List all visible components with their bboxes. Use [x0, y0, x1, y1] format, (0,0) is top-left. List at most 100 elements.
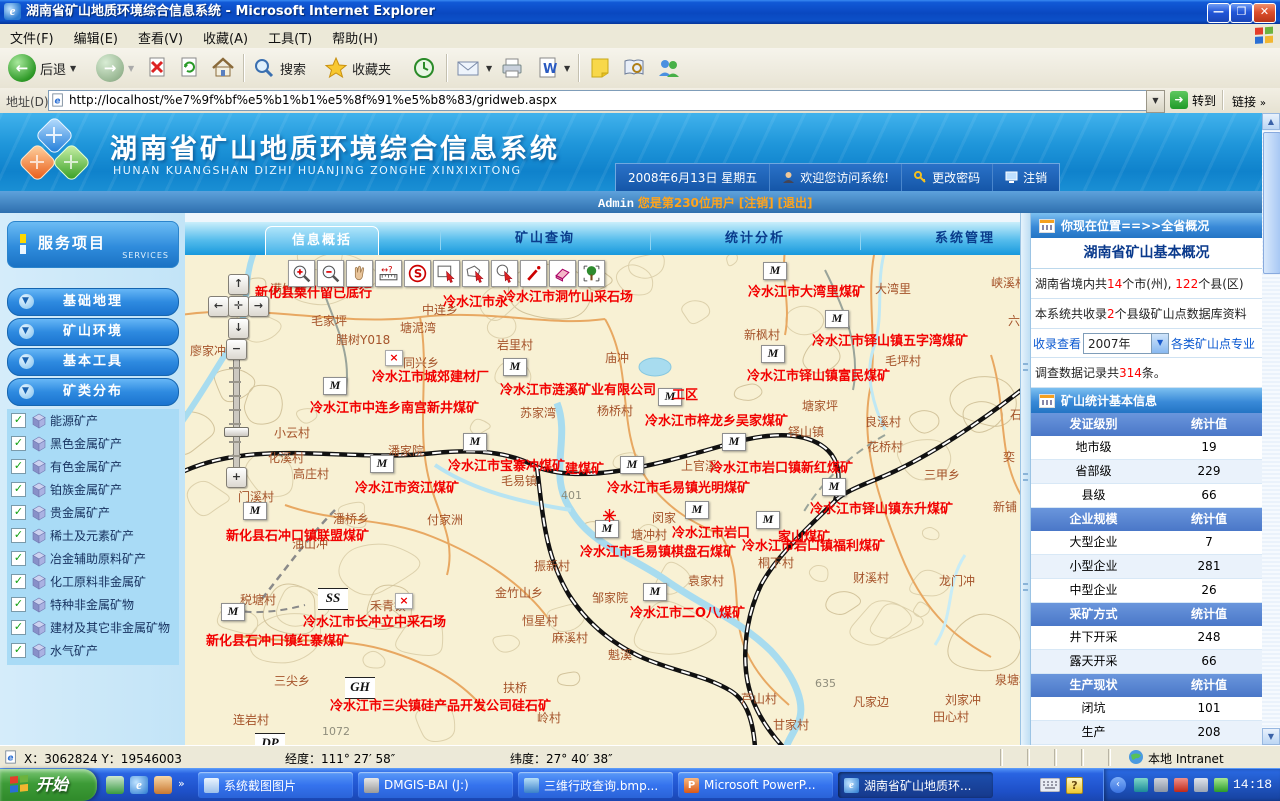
layer-checkbox[interactable]: ✓ — [11, 551, 26, 566]
pan-left-button[interactable]: ← — [208, 296, 229, 317]
notes-button[interactable] — [588, 52, 612, 84]
tab-0[interactable]: 信息概括 — [265, 226, 379, 256]
tool-select-circle-button[interactable] — [491, 260, 518, 287]
ime-keyboard-icon[interactable] — [1040, 778, 1060, 792]
address-dropdown-button[interactable]: ▼ — [1146, 90, 1165, 113]
quicklaunch-overflow-chevron[interactable]: » — [178, 777, 185, 790]
layer-checkbox[interactable]: ✓ — [11, 459, 26, 474]
menu-item-4[interactable]: 工具(T) — [258, 24, 322, 51]
mine-label[interactable]: 冷水江市岩口 — [672, 522, 750, 541]
menu-item-2[interactable]: 查看(V) — [128, 24, 193, 51]
mine-marker[interactable]: M — [620, 456, 644, 474]
change-password-link[interactable]: 更改密码 — [901, 164, 992, 191]
mine-label[interactable]: 冷水江市铎山镇富民煤矿 — [747, 365, 890, 384]
mine-label[interactable]: 冷水江市毛易镇棋盘石煤矿 — [580, 541, 736, 560]
mine-marker[interactable]: M — [822, 478, 846, 496]
mine-label[interactable]: 冷水江市三尖镇硅产品开发公司硅石矿 — [330, 695, 551, 714]
logout-link-2[interactable]: [注销] — [739, 196, 774, 210]
tool-zoom-in-button[interactable] — [288, 260, 315, 287]
mine-label[interactable]: 冷水江市岩口镇新红煤矿 — [710, 457, 853, 476]
tool-legend-button[interactable] — [578, 260, 605, 287]
sidebar-group-2[interactable]: ▼基本工具 — [7, 348, 179, 376]
maximize-button[interactable]: ❐ — [1230, 3, 1253, 23]
sidebar-group-3[interactable]: ▼矿类分布 — [7, 378, 179, 406]
menu-item-3[interactable]: 收藏(A) — [193, 24, 258, 51]
closed-mine-marker[interactable]: × — [395, 593, 413, 609]
start-button[interactable]: 开始 — [0, 769, 97, 801]
mine-label[interactable]: 冷水江市宝寨冲煤矿 — [448, 455, 565, 474]
layer-item-3[interactable]: ✓铂族金属矿产 — [7, 478, 179, 501]
layer-checkbox[interactable]: ✓ — [11, 482, 26, 497]
pan-right-button[interactable]: → — [248, 296, 269, 317]
layer-item-5[interactable]: ✓稀土及元素矿产 — [7, 524, 179, 547]
layer-item-10[interactable]: ✓水气矿产 — [7, 639, 179, 662]
word-dropdown-icon[interactable]: ▼ — [564, 64, 570, 73]
tool-zoom-out-button[interactable] — [317, 260, 344, 287]
layer-item-6[interactable]: ✓冶金辅助原料矿产 — [7, 547, 179, 570]
map-canvas[interactable]: ↑ ← ✛ → ↓ − + ↔?S 满竹村毛家坪腊树Y018塘泥湾中连乡同兴乡岩… — [185, 255, 1020, 745]
minimize-button[interactable]: — — [1207, 3, 1230, 23]
go-button[interactable]: ➜ 转到 — [1170, 91, 1216, 109]
tray-icon-2[interactable] — [1154, 778, 1168, 792]
layer-item-2[interactable]: ✓有色金属矿产 — [7, 455, 179, 478]
mine-label[interactable]: 冷水江市永 — [443, 291, 508, 310]
tool-select-polygon-button[interactable] — [462, 260, 489, 287]
mine-marker[interactable]: M — [503, 358, 527, 376]
taskbar-task-0[interactable]: 系统截图图片 — [198, 772, 353, 798]
layer-item-4[interactable]: ✓贵金属矿产 — [7, 501, 179, 524]
mine-marker[interactable]: M — [763, 262, 787, 280]
favorites-button[interactable]: 收藏夹 — [324, 52, 391, 84]
mine-label[interactable]: 冷水江市毛易镇光明煤矿 — [607, 477, 750, 496]
quicklaunch-outlook-icon[interactable] — [154, 776, 172, 794]
layer-item-8[interactable]: ✓特种非金属矿物 — [7, 593, 179, 616]
layer-checkbox[interactable]: ✓ — [11, 528, 26, 543]
layer-item-7[interactable]: ✓化工原料非金属矿 — [7, 570, 179, 593]
scroll-thumb[interactable] — [1263, 132, 1280, 274]
layer-checkbox[interactable]: ✓ — [11, 597, 26, 612]
mine-label[interactable]: 冷水江市铎山镇东升煤矿 — [810, 498, 953, 517]
mine-marker[interactable]: M — [243, 502, 267, 520]
zoom-out-slider-button[interactable]: − — [226, 339, 247, 360]
mine-marker[interactable]: M — [643, 583, 667, 601]
sidebar-group-1[interactable]: ▼矿山环境 — [7, 318, 179, 346]
mine-marker[interactable]: M — [323, 377, 347, 395]
layer-checkbox[interactable]: ✓ — [11, 436, 26, 451]
mine-marker[interactable]: M — [825, 310, 849, 328]
mine-marker[interactable]: M — [685, 501, 709, 519]
mine-marker[interactable]: M — [221, 603, 245, 621]
tray-icon-5[interactable] — [1214, 778, 1228, 792]
tray-shield-icon[interactable] — [1174, 778, 1188, 792]
menu-item-0[interactable]: 文件(F) — [0, 24, 64, 51]
tray-collapse-chevron[interactable]: ‹ — [1110, 777, 1126, 793]
mine-label[interactable]: 冷水江市资江煤矿 — [355, 477, 459, 496]
zoom-slider-track[interactable] — [233, 357, 240, 471]
mine-label[interactable]: 冷水江市长冲立中采石场 — [303, 611, 446, 630]
close-button[interactable]: ✕ — [1253, 3, 1276, 23]
zoom-slider-handle[interactable] — [224, 427, 249, 437]
mine-label[interactable]: 建煤矿 — [565, 458, 604, 477]
tool-measure-button[interactable]: ↔? — [375, 260, 402, 287]
closed-mine-marker[interactable]: × — [385, 350, 403, 366]
mine-label[interactable]: 冷水江市城郊建材厂 — [372, 366, 489, 385]
layer-checkbox[interactable]: ✓ — [11, 643, 26, 658]
quicklaunch-ie-icon[interactable]: e — [130, 776, 148, 794]
tool-select-rect-button[interactable] — [433, 260, 460, 287]
mine-label[interactable]: 冷水江市梓龙乡吴家煤矿 — [645, 410, 788, 429]
research-button[interactable] — [622, 52, 646, 84]
mine-marker[interactable]: M — [722, 433, 746, 451]
year-select[interactable]: 2007年 ▼ — [1083, 333, 1169, 354]
tab-1[interactable]: 矿山查询 — [455, 222, 635, 255]
menu-item-1[interactable]: 编辑(E) — [64, 24, 128, 51]
menu-item-5[interactable]: 帮助(H) — [322, 24, 388, 51]
ime-help-icon[interactable]: ? — [1066, 777, 1083, 794]
taskbar-task-3[interactable]: PMicrosoft PowerP... — [678, 772, 833, 798]
taskbar-task-4[interactable]: e湖南省矿山地质环... — [838, 772, 993, 798]
layer-checkbox[interactable]: ✓ — [11, 413, 26, 428]
mine-label[interactable]: 新化县石冲口镇联盟煤矿 — [226, 525, 369, 544]
tray-icon-1[interactable] — [1134, 778, 1148, 792]
mine-label[interactable]: 冷水江市大湾里煤矿 — [748, 281, 865, 300]
pan-down-button[interactable]: ↓ — [228, 318, 249, 339]
layer-item-1[interactable]: ✓黑色金属矿产 — [7, 432, 179, 455]
home-button[interactable] — [210, 52, 236, 84]
taskbar-task-1[interactable]: DMGIS-BAI (J:) — [358, 772, 513, 798]
